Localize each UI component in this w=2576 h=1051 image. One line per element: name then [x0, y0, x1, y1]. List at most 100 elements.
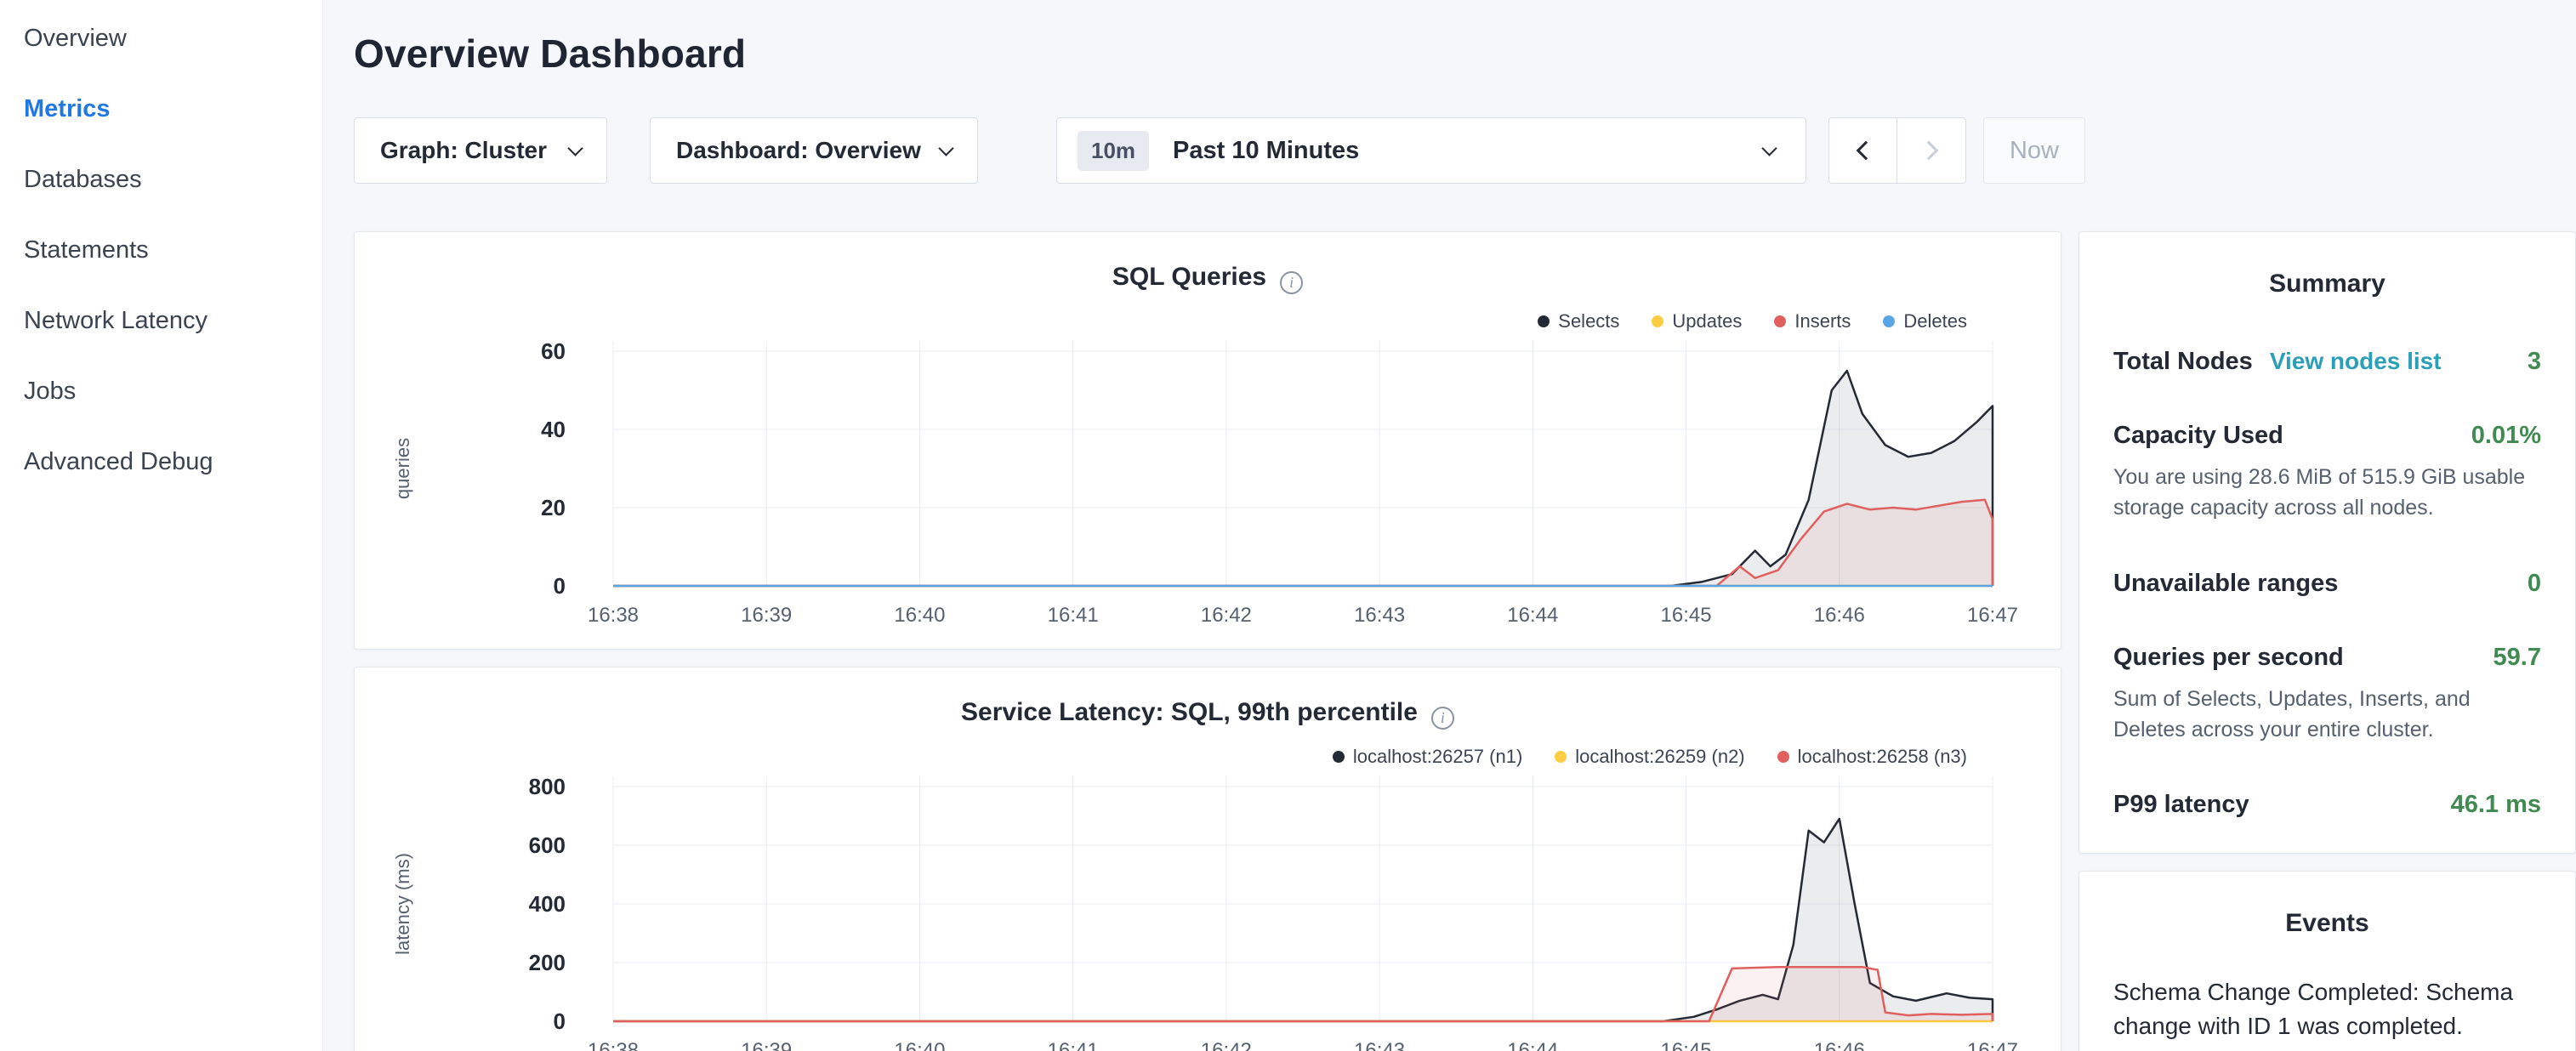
- x-tick-label: 16:39: [741, 604, 792, 627]
- sql-queries-chart-card: SQL Queriesi SelectsUpdatesInsertsDelete…: [354, 231, 2061, 650]
- sidebar-item-advanced-debug[interactable]: Advanced Debug: [0, 427, 322, 497]
- time-step-buttons: [1828, 117, 1966, 184]
- sidebar-item-jobs[interactable]: Jobs: [0, 356, 322, 427]
- events-title: Events: [2113, 909, 2541, 938]
- chevron-down-icon: [938, 140, 953, 156]
- series-area: [613, 500, 1993, 586]
- x-tick-label: 16:44: [1507, 604, 1558, 627]
- x-tick-label: 16:47: [1967, 1039, 2018, 1051]
- events-panel: Events Schema Change Completed: Schema c…: [2078, 871, 2576, 1051]
- summary-label: Queries per second: [2113, 644, 2344, 672]
- chart-plot-svg: 0 20 40 60 16:38 16:39 16:40 16:41 16:42 16:43 16:…: [355, 326, 2061, 650]
- info-icon[interactable]: i: [1280, 271, 1303, 294]
- time-range-label: Past 10 Minutes: [1173, 137, 1359, 165]
- summary-row-capacity-used: Capacity Used 0.01% You are using 28.6 M…: [2113, 422, 2541, 524]
- event-text: Schema Change Completed: Schema change w…: [2113, 975, 2541, 1043]
- chevron-down-icon: [1761, 140, 1777, 156]
- sidebar: Overview Metrics Databases Statements Ne…: [0, 0, 323, 1051]
- x-tick-label: 16:45: [1661, 604, 1712, 627]
- y-axis-label: queries: [392, 438, 413, 499]
- y-tick-label: 800: [529, 774, 566, 799]
- sql-queries-plot: 0 20 40 60 16:38 16:39 16:40 16:41 16:42 16:43 16:…: [355, 326, 2061, 650]
- y-axis-label: latency (ms): [392, 853, 413, 955]
- y-tick-label: 0: [554, 1008, 566, 1034]
- summary-title: Summary: [2113, 270, 2541, 298]
- x-tick-label: 16:43: [1354, 1039, 1405, 1051]
- x-tick-label: 16:40: [894, 604, 945, 627]
- chevron-right-icon: [1919, 141, 1939, 161]
- y-tick-label: 200: [529, 950, 566, 975]
- chart-title: Service Latency: SQL, 99th percentile i: [355, 698, 2061, 730]
- sidebar-item-databases[interactable]: Databases: [0, 145, 322, 215]
- event-list-item[interactable]: Schema Change Completed: Schema change w…: [2113, 975, 2541, 1051]
- x-tick-label: 16:43: [1354, 604, 1405, 627]
- next-time-button[interactable]: [1897, 117, 1966, 184]
- right-sidebar: Summary Total Nodes View nodes list 3 Ca…: [2078, 231, 2576, 1051]
- y-tick-label: 20: [541, 495, 566, 520]
- view-nodes-list-link[interactable]: View nodes list: [2270, 348, 2442, 375]
- dashboard-dropdown-label: Dashboard: Overview: [676, 137, 921, 164]
- sidebar-item-network-latency[interactable]: Network Latency: [0, 286, 322, 356]
- x-tick-label: 16:41: [1048, 1039, 1099, 1051]
- summary-label: Total Nodes: [2113, 348, 2253, 376]
- x-tick-label: 16:46: [1814, 604, 1865, 627]
- y-tick-label: 0: [554, 573, 566, 599]
- y-tick-label: 60: [541, 338, 566, 364]
- x-tick-label: 16:39: [741, 1039, 792, 1051]
- service-latency-chart-card: Service Latency: SQL, 99th percentile i l…: [354, 667, 2061, 1051]
- chart-title-text: Service Latency: SQL, 99th percentile: [961, 698, 1418, 726]
- x-tick-label: 16:40: [894, 1039, 945, 1051]
- sidebar-item-metrics[interactable]: Metrics: [0, 74, 322, 145]
- dashboard-dropdown[interactable]: Dashboard: Overview: [650, 117, 978, 184]
- y-tick-label: 600: [529, 832, 566, 858]
- chart-title-text: SQL Queries: [1112, 263, 1266, 291]
- chart-title: SQL Queries i: [355, 263, 2061, 294]
- summary-description: You are using 28.6 MiB of 515.9 GiB usab…: [2113, 462, 2541, 524]
- summary-value: 59.7: [2494, 644, 2541, 672]
- summary-description: Sum of Selects, Updates, Inserts, and De…: [2113, 684, 2541, 746]
- summary-label: Unavailable ranges: [2113, 570, 2338, 598]
- summary-row-unavailable-ranges: Unavailable ranges 0: [2113, 570, 2541, 598]
- toolbar: Graph: Cluster Dashboard: Overview 10m P…: [354, 117, 2576, 184]
- chevron-down-icon: [567, 140, 583, 156]
- prev-time-button[interactable]: [1828, 117, 1897, 184]
- summary-row-queries-per-second: Queries per second 59.7 Sum of Selects, …: [2113, 644, 2541, 746]
- graph-dropdown-label: Graph: Cluster: [380, 137, 547, 164]
- page-title: Overview Dashboard: [354, 31, 2576, 77]
- charts-column: SQL Queriesi SelectsUpdatesInsertsDelete…: [354, 231, 2061, 1051]
- time-range-selector[interactable]: 10m Past 10 Minutes: [1056, 117, 1806, 184]
- summary-value: 3: [2528, 348, 2541, 376]
- y-tick-label: 40: [541, 417, 566, 442]
- summary-panel: Summary Total Nodes View nodes list 3 Ca…: [2078, 231, 2576, 854]
- x-tick-label: 16:47: [1967, 604, 2018, 627]
- y-tick-label: 400: [529, 891, 566, 917]
- x-tick-label: 16:41: [1048, 604, 1099, 627]
- info-icon[interactable]: i: [1431, 707, 1454, 730]
- summary-value: 0.01%: [2471, 422, 2541, 450]
- x-tick-label: 16:38: [588, 604, 639, 627]
- sidebar-item-statements[interactable]: Statements: [0, 215, 322, 286]
- service-latency-plot: 0 200 400 600 800 16:38 16:39 16:40 16:41 16:42 16…: [355, 761, 2061, 1051]
- time-range-badge: 10m: [1078, 131, 1149, 171]
- x-tick-label: 16:42: [1201, 1039, 1252, 1051]
- x-tick-label: 16:46: [1814, 1039, 1865, 1051]
- summary-row-p99-latency: P99 latency 46.1 ms: [2113, 791, 2541, 819]
- series-line: [613, 371, 1993, 586]
- x-tick-label: 16:38: [588, 1039, 639, 1051]
- summary-label: P99 latency: [2113, 791, 2249, 819]
- summary-row-total-nodes: Total Nodes View nodes list 3: [2113, 348, 2541, 376]
- summary-value: 0: [2528, 570, 2541, 598]
- x-tick-label: 16:45: [1661, 1039, 1712, 1051]
- series-area: [613, 967, 1993, 1021]
- dashboard-body: SQL Queriesi SelectsUpdatesInsertsDelete…: [354, 231, 2576, 1051]
- chevron-left-icon: [1856, 141, 1875, 161]
- main-content: Overview Dashboard Graph: Cluster Dashbo…: [323, 0, 2576, 1051]
- summary-value: 46.1 ms: [2451, 791, 2541, 819]
- chart-plot-svg: 0 200 400 600 800 16:38 16:39 16:40 16:41 16:42 16…: [355, 761, 2061, 1051]
- sidebar-item-overview[interactable]: Overview: [0, 3, 322, 74]
- x-tick-label: 16:44: [1507, 1039, 1558, 1051]
- x-tick-label: 16:42: [1201, 604, 1252, 627]
- now-button[interactable]: Now: [1983, 117, 2085, 184]
- summary-label: Capacity Used: [2113, 422, 2283, 450]
- graph-dropdown[interactable]: Graph: Cluster: [354, 117, 607, 184]
